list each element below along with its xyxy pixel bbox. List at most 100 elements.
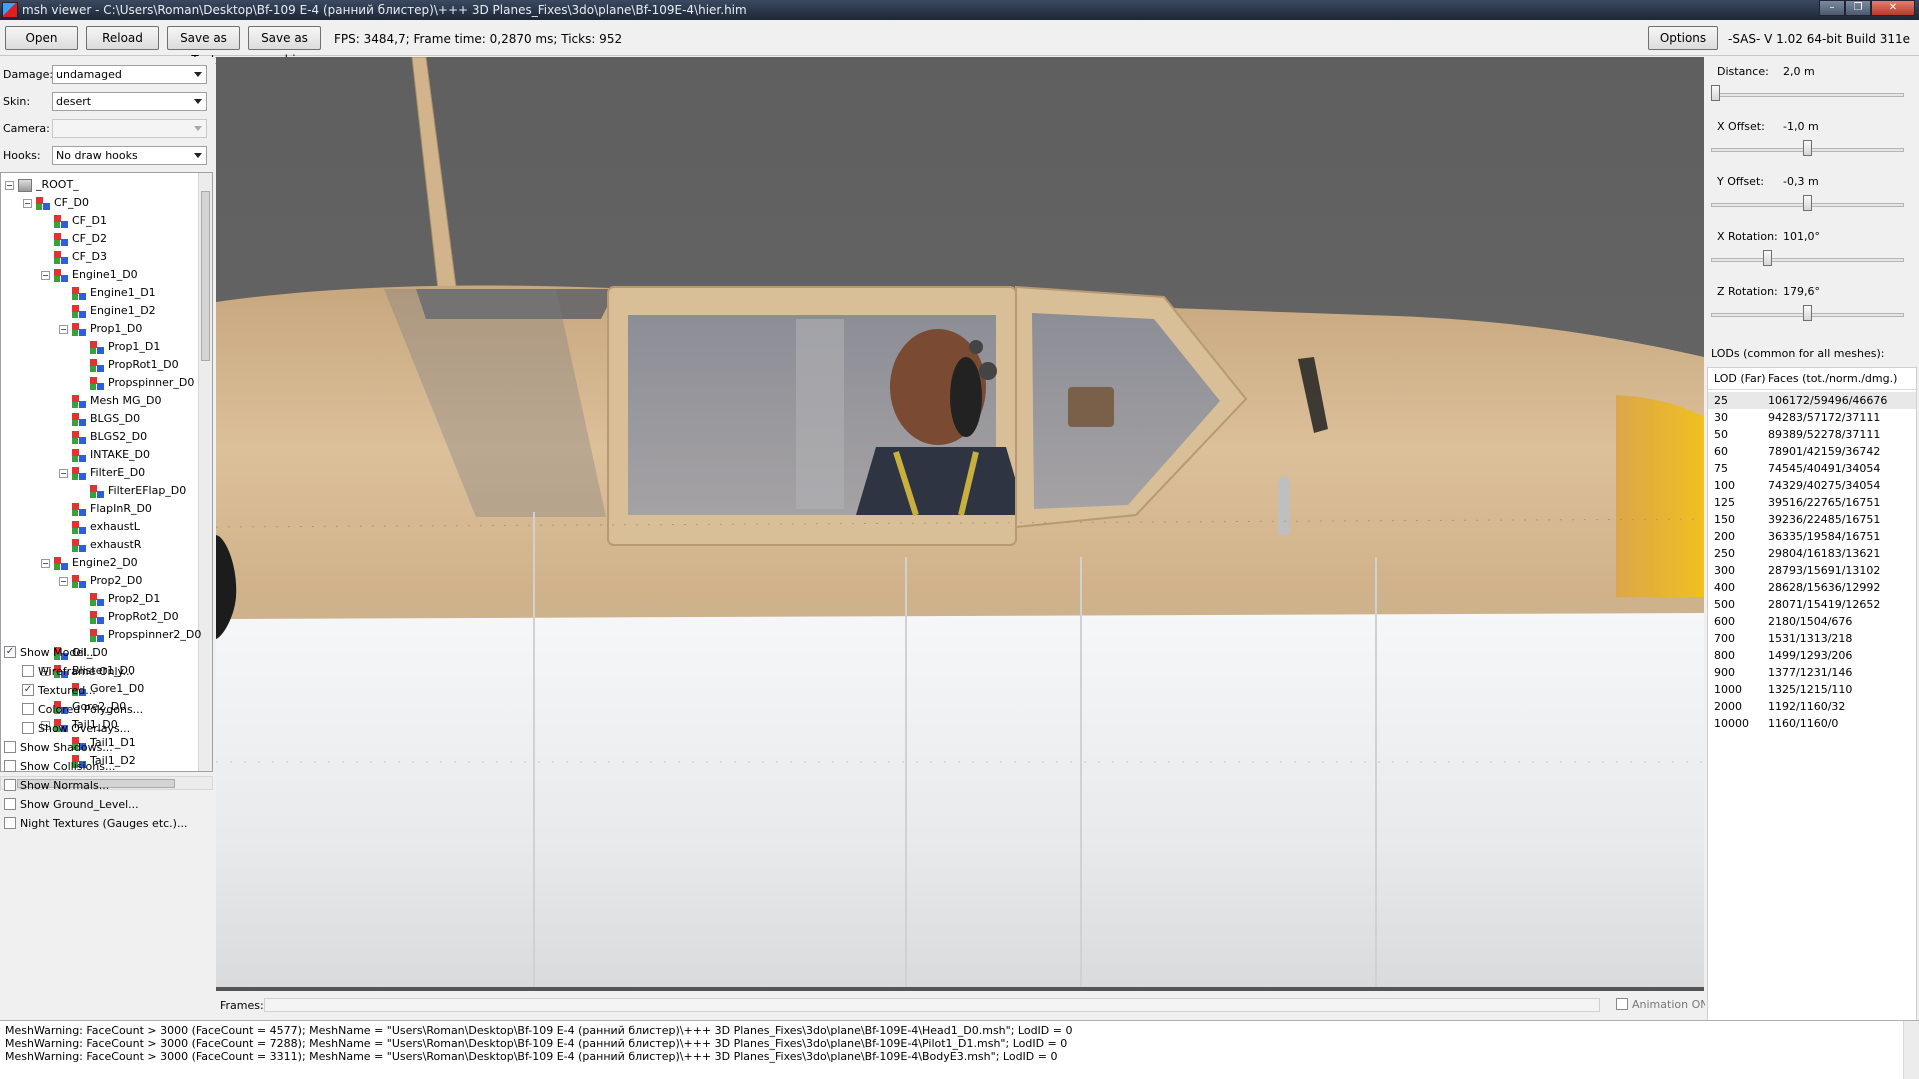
slider-track[interactable] [1711, 258, 1904, 262]
checkbox[interactable] [22, 703, 34, 715]
animation-toggle[interactable]: Animation ON [1616, 998, 1708, 1011]
lod-row[interactable]: 60 78901/42159/36742 [1708, 443, 1916, 460]
tree-node[interactable]: INTAKE_D0 [59, 446, 150, 464]
checkbox[interactable] [22, 722, 34, 734]
tree-node[interactable]: − _ROOT_ [5, 176, 79, 194]
tree-node[interactable]: Prop2_D1 [77, 590, 160, 608]
lod-row[interactable]: 125 39516/22765/16751 [1708, 494, 1916, 511]
collapse-toggle-icon[interactable]: − [41, 270, 50, 280]
damage-select[interactable]: undamaged [52, 65, 207, 84]
option-checkbox-row[interactable]: Colored Polygons... [22, 701, 143, 719]
lod-row[interactable]: 150 39236/22485/16751 [1708, 511, 1916, 528]
checkbox[interactable] [4, 817, 16, 829]
log-scrollbar[interactable] [1903, 1021, 1919, 1079]
tree-node[interactable]: Mesh MG_D0 [59, 392, 161, 410]
tree-node[interactable]: Engine1_D1 [59, 284, 156, 302]
options-button[interactable]: Options [1648, 26, 1718, 50]
lod-row[interactable]: 75 74545/40491/34054 [1708, 460, 1916, 477]
lod-table[interactable]: LOD (Far) Faces (tot./norm./dmg.) 25 1061… [1707, 367, 1918, 1023]
tree-node[interactable]: Engine1_D2 [59, 302, 156, 320]
tree-node[interactable]: − Prop2_D0 [59, 572, 142, 590]
option-checkbox-row[interactable]: Show Overlays... [22, 720, 130, 738]
frames-slider[interactable] [264, 998, 1600, 1012]
lod-row[interactable]: 300 28793/15691/13102 [1708, 562, 1916, 579]
option-checkbox-row[interactable]: ✓ Textured... [22, 682, 96, 700]
maximize-button[interactable]: ❐ [1845, 0, 1871, 16]
save-as-obj-button[interactable]: Save as .obj [248, 26, 321, 67]
slider-handle[interactable] [1803, 195, 1812, 211]
slider-handle[interactable] [1711, 85, 1720, 101]
skin-select[interactable]: desert [52, 92, 207, 111]
tree-node[interactable]: CF_D1 [41, 212, 107, 230]
tree-node[interactable]: − CF_D0 [23, 194, 89, 212]
collapse-toggle-icon[interactable]: − [59, 468, 68, 478]
tree-node[interactable]: Propspinner_D0 [77, 374, 194, 392]
slider-handle[interactable] [1803, 140, 1812, 156]
tree-node[interactable]: Prop1_D1 [77, 338, 160, 356]
checkbox[interactable]: ✓ [4, 646, 16, 658]
scroll-thumb[interactable] [201, 191, 210, 361]
option-checkbox-row[interactable]: Show Shadows... [4, 739, 113, 757]
option-checkbox-row[interactable]: Show Normals... [4, 777, 109, 795]
hooks-select[interactable]: No draw hooks [52, 146, 207, 165]
collapse-toggle-icon[interactable]: − [59, 576, 68, 586]
checkbox[interactable]: ✓ [22, 684, 34, 696]
lod-row[interactable]: 900 1377/1231/146 [1708, 664, 1916, 681]
lod-row[interactable]: 50 89389/52278/37111 [1708, 426, 1916, 443]
tree-node[interactable]: − Engine2_D0 [41, 554, 138, 572]
animation-checkbox[interactable] [1616, 998, 1628, 1010]
collapse-toggle-icon[interactable]: − [41, 558, 50, 568]
slider-handle[interactable] [1803, 305, 1812, 321]
checkbox[interactable] [4, 741, 16, 753]
reload-button[interactable]: Reload [86, 26, 159, 50]
lod-row[interactable]: 700 1531/1313/218 [1708, 630, 1916, 647]
option-checkbox-row[interactable]: ✓ Show Model... [4, 644, 97, 662]
tree-node[interactable]: PropRot2_D0 [77, 608, 179, 626]
close-button[interactable]: ✕ [1871, 0, 1915, 16]
option-checkbox-row[interactable]: Show Collisions... [4, 758, 115, 776]
tree-node[interactable]: − Engine1_D0 [41, 266, 138, 284]
lod-row[interactable]: 25 106172/59496/46676 [1708, 392, 1916, 409]
checkbox[interactable] [4, 798, 16, 810]
checkbox[interactable] [4, 779, 16, 791]
lod-row[interactable]: 2000 1192/1160/32 [1708, 698, 1916, 715]
lod-row[interactable]: 1000 1325/1215/110 [1708, 681, 1916, 698]
tree-node[interactable]: exhaustL [59, 518, 140, 536]
save-as-text-button[interactable]: Save as Text [167, 26, 240, 67]
tree-node[interactable]: − FilterE_D0 [59, 464, 145, 482]
option-checkbox-row[interactable]: Show Ground_Level... [4, 796, 139, 814]
minimize-button[interactable]: – [1819, 0, 1845, 16]
lod-row[interactable]: 10000 1160/1160/0 [1708, 715, 1916, 732]
collapse-toggle-icon[interactable]: − [23, 198, 32, 208]
tree-node[interactable]: CF_D2 [41, 230, 107, 248]
tree-node[interactable]: exhaustR [59, 536, 141, 554]
lod-row[interactable]: 30 94283/57172/37111 [1708, 409, 1916, 426]
open-button[interactable]: Open [5, 26, 78, 50]
tree-node[interactable]: − Prop1_D0 [59, 320, 142, 338]
tree-node[interactable]: Propspinner2_D0 [77, 626, 201, 644]
tree-node[interactable]: BLGS2_D0 [59, 428, 147, 446]
collapse-toggle-icon[interactable]: − [59, 324, 68, 334]
camera-select[interactable] [52, 119, 207, 138]
lod-row[interactable]: 800 1499/1293/206 [1708, 647, 1916, 664]
lod-row[interactable]: 400 28628/15636/12992 [1708, 579, 1916, 596]
column-header-faces[interactable]: Faces (tot./norm./dmg.) [1768, 368, 1897, 390]
lod-row[interactable]: 250 29804/16183/13621 [1708, 545, 1916, 562]
option-checkbox-row[interactable]: Wireframe Only... [22, 663, 133, 681]
3d-viewport[interactable] [216, 57, 1704, 991]
checkbox[interactable] [4, 760, 16, 772]
slider-track[interactable] [1711, 93, 1904, 97]
column-header-lod[interactable]: LOD (Far) [1714, 368, 1766, 390]
option-checkbox-row[interactable]: Night Textures (Gauges etc.)... [4, 815, 187, 833]
tree-node[interactable]: CF_D3 [41, 248, 107, 266]
lod-row[interactable]: 200 36335/19584/16751 [1708, 528, 1916, 545]
lod-row[interactable]: 500 28071/15419/12652 [1708, 596, 1916, 613]
slider-handle[interactable] [1762, 250, 1772, 266]
tree-node[interactable]: FlapInR_D0 [59, 500, 152, 518]
tree-vertical-scrollbar[interactable] [198, 173, 212, 771]
tree-node[interactable]: PropRot1_D0 [77, 356, 179, 374]
tree-node[interactable]: FilterEFlap_D0 [77, 482, 186, 500]
checkbox[interactable] [22, 665, 34, 677]
lod-row[interactable]: 100 74329/40275/34054 [1708, 477, 1916, 494]
lod-row[interactable]: 600 2180/1504/676 [1708, 613, 1916, 630]
